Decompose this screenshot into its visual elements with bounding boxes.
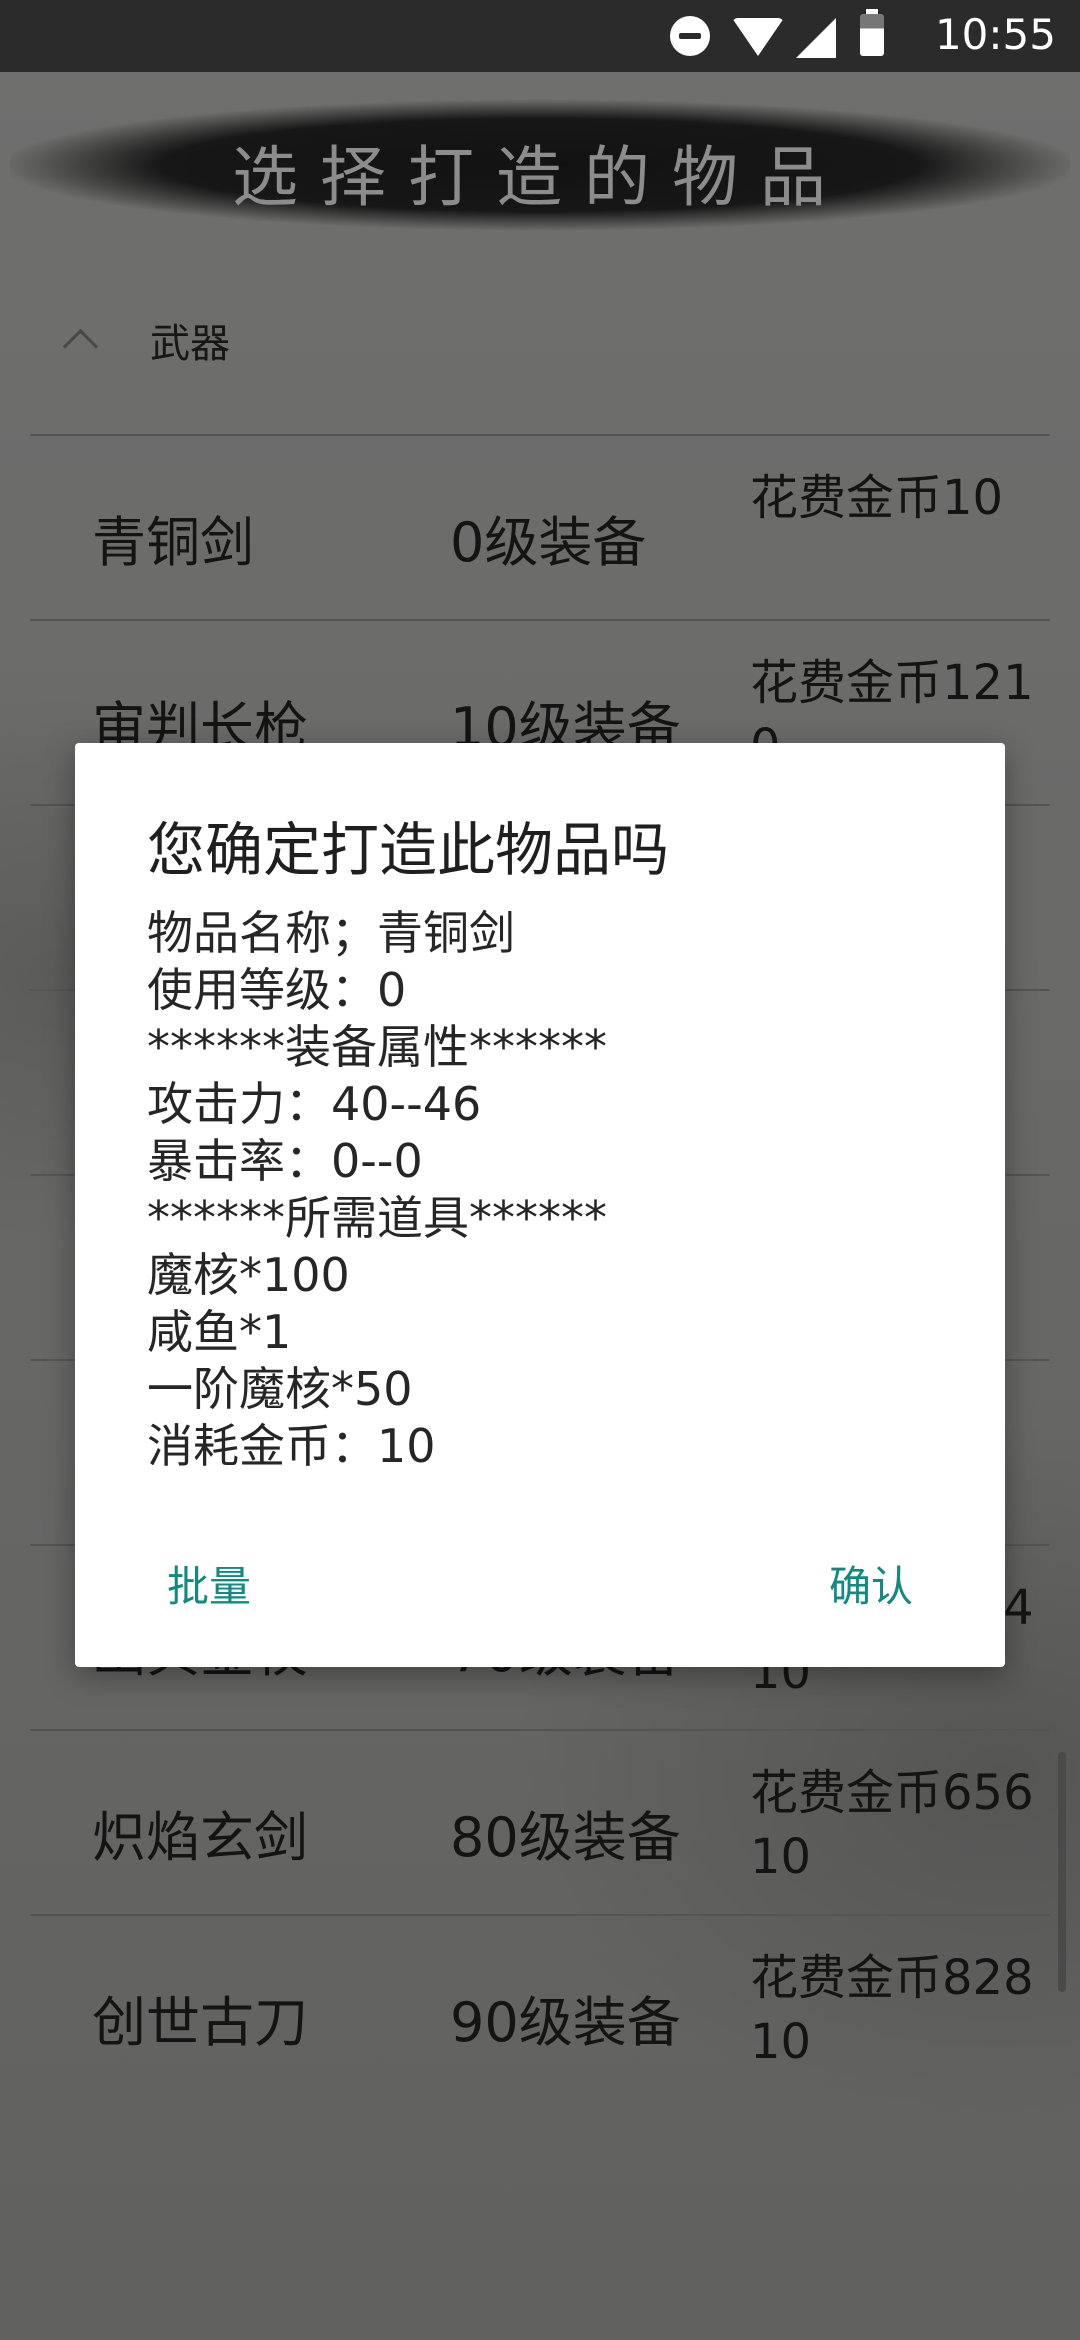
battery-icon (860, 9, 884, 56)
gold-cost-line: 消耗金币：10 (147, 1419, 436, 1473)
dialog-title: 您确定打造此物品吗 (147, 816, 670, 884)
confirm-button[interactable]: 确认 (809, 1543, 933, 1624)
use-level-line: 使用等级：0 (147, 963, 407, 1017)
cellular-signal-icon (796, 18, 836, 58)
confirm-craft-dialog: 您确定打造此物品吗 物品名称；青铜剑 使用等级：0 ******装备属性****… (75, 743, 1005, 1667)
item-name-line: 物品名称；青铜剑 (147, 906, 515, 960)
status-icons (670, 9, 930, 58)
required-items-header-line: ******所需道具****** (147, 1191, 607, 1245)
batch-button[interactable]: 批量 (147, 1543, 271, 1624)
crit-rate-line: 暴击率：0--0 (147, 1134, 423, 1188)
attributes-header-line: ******装备属性****** (147, 1020, 607, 1074)
dialog-body: 物品名称；青铜剑 使用等级：0 ******装备属性****** 攻击力：40-… (147, 905, 947, 1475)
wifi-icon (732, 18, 784, 56)
attack-line: 攻击力：40--46 (147, 1077, 482, 1131)
status-bar: 10:55 (0, 0, 1080, 72)
required-item-line: 咸鱼*1 (147, 1305, 292, 1359)
required-item-line: 魔核*100 (147, 1248, 350, 1302)
status-time: 10:55 (934, 10, 1056, 59)
required-item-line: 一阶魔核*50 (147, 1362, 413, 1416)
do-not-disturb-icon (670, 16, 710, 56)
